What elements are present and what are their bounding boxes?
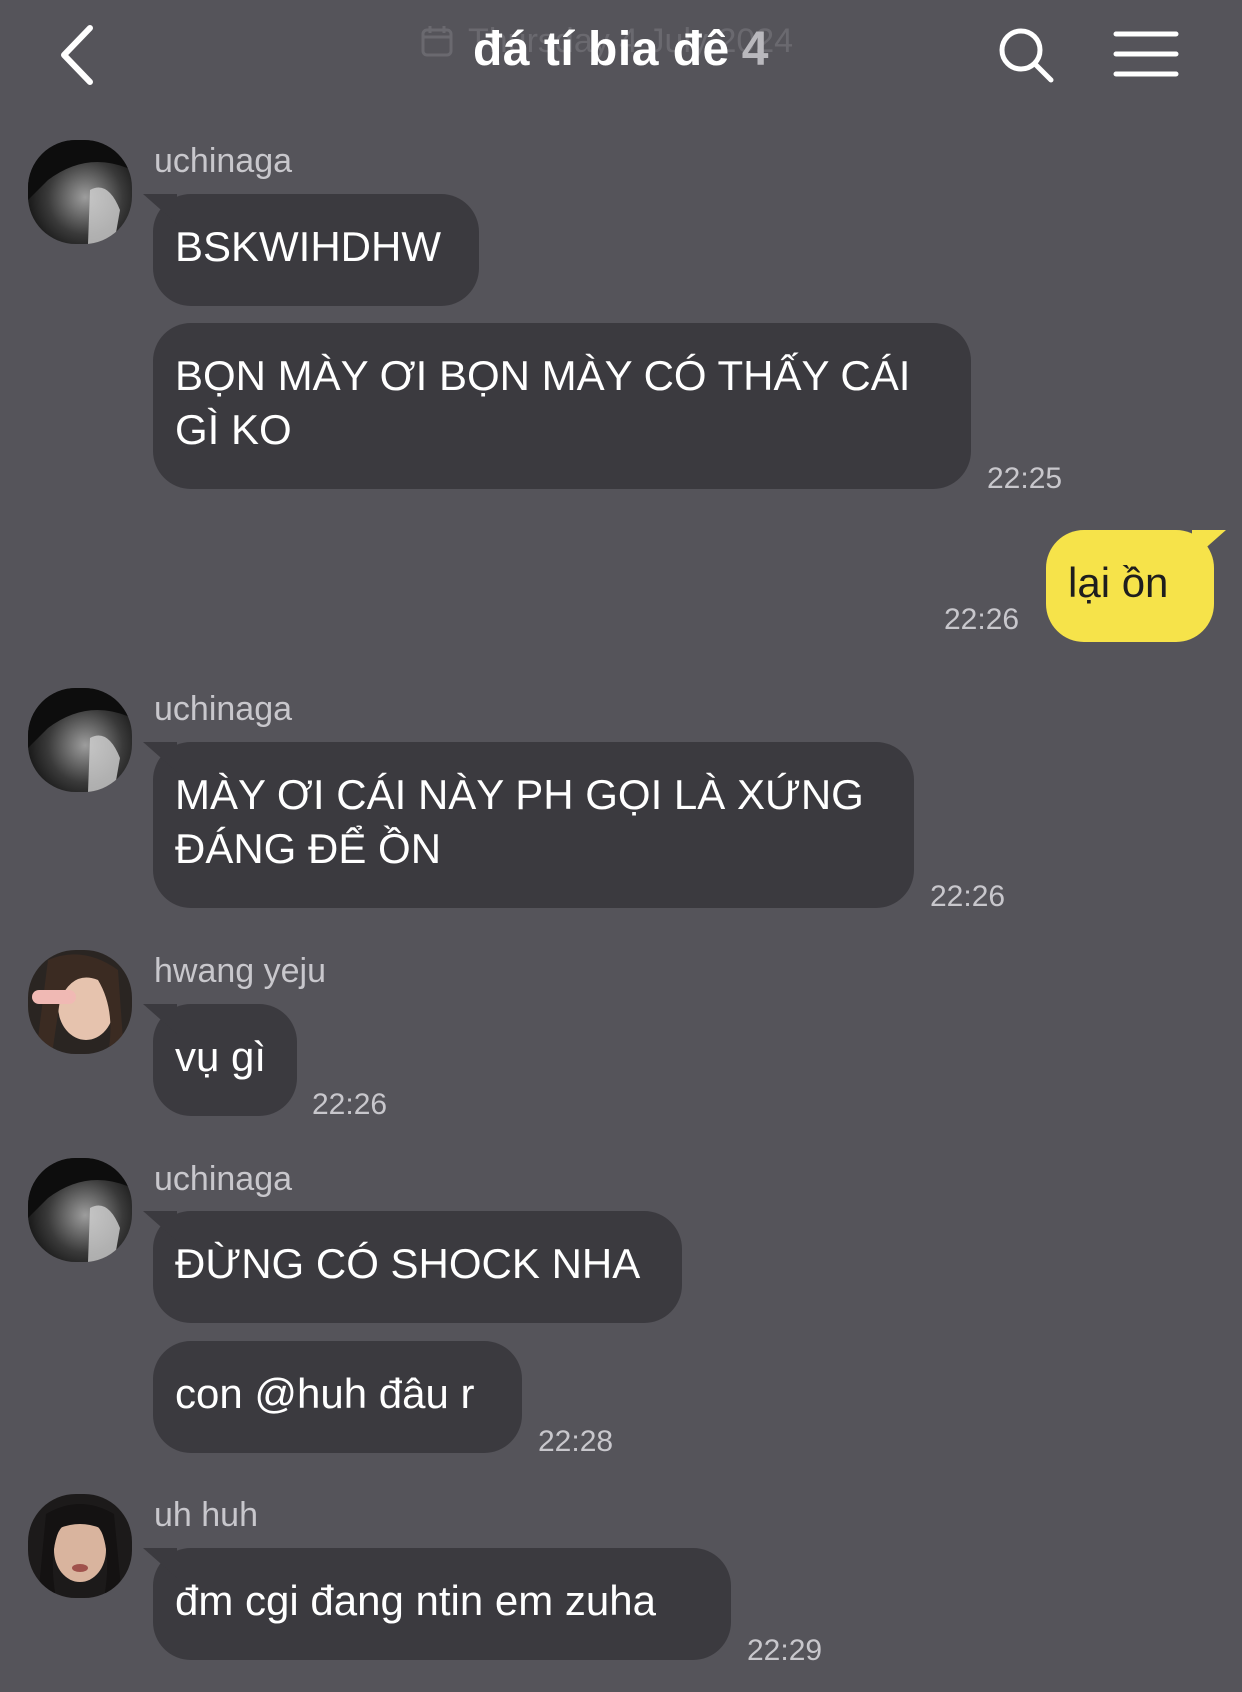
sender-name: uchinaga (154, 1160, 293, 1198)
profile-photo-icon (28, 950, 132, 1054)
avatar-uchinaga[interactable] (28, 1158, 132, 1262)
message-bubble[interactable]: ĐỪNG CÓ SHOCK NHA (153, 1211, 682, 1323)
message-timestamp: 22:29 (747, 1634, 823, 1667)
sender-name: uchinaga (154, 690, 293, 728)
profile-photo-icon (28, 1158, 132, 1262)
avatar-hwang-yeju[interactable] (28, 950, 132, 1054)
message-timestamp: 22:26 (944, 603, 1020, 636)
profile-photo-icon (28, 1494, 132, 1598)
sender-name: uchinaga (154, 142, 293, 180)
search-button[interactable] (995, 24, 1059, 88)
message-bubble[interactable]: đm cgi đang ntin em zuha (153, 1548, 731, 1660)
avatar-uchinaga[interactable] (28, 688, 132, 792)
message-timestamp: 22:28 (538, 1425, 614, 1458)
my-message-bubble[interactable]: lại ồn (1046, 530, 1214, 642)
message-bubble[interactable]: MÀY ƠI CÁI NÀY PH GỌI LÀ XỨNG ĐÁNG ĐỂ ỒN (153, 742, 914, 908)
avatar-uh-huh[interactable] (28, 1494, 132, 1598)
message-timestamp: 22:25 (987, 462, 1063, 495)
message-bubble[interactable]: BSKWIHDHW (153, 194, 479, 306)
profile-photo-icon (28, 688, 132, 792)
profile-photo-icon (28, 140, 132, 244)
search-icon (999, 28, 1054, 83)
member-count: 4 (741, 23, 769, 76)
chat-header: Thursday 4 July 2024 đá tí bia đê 4 (0, 0, 1242, 110)
sender-name: uh huh (154, 1496, 258, 1534)
message-bubble[interactable]: vụ gì (153, 1004, 297, 1116)
menu-button[interactable] (1113, 28, 1179, 84)
avatar-uchinaga[interactable] (28, 140, 132, 244)
hamburger-menu-icon (1113, 31, 1179, 77)
message-timestamp: 22:26 (930, 880, 1006, 913)
chat-title-text: đá tí bia đê (473, 23, 730, 76)
message-timestamp: 22:26 (312, 1088, 388, 1121)
message-bubble[interactable]: con @huh đâu r (153, 1341, 522, 1453)
sender-name: hwang yeju (154, 952, 327, 990)
message-bubble[interactable]: BỌN MÀY ƠI BỌN MÀY CÓ THẤY CÁI GÌ KO (153, 323, 971, 489)
